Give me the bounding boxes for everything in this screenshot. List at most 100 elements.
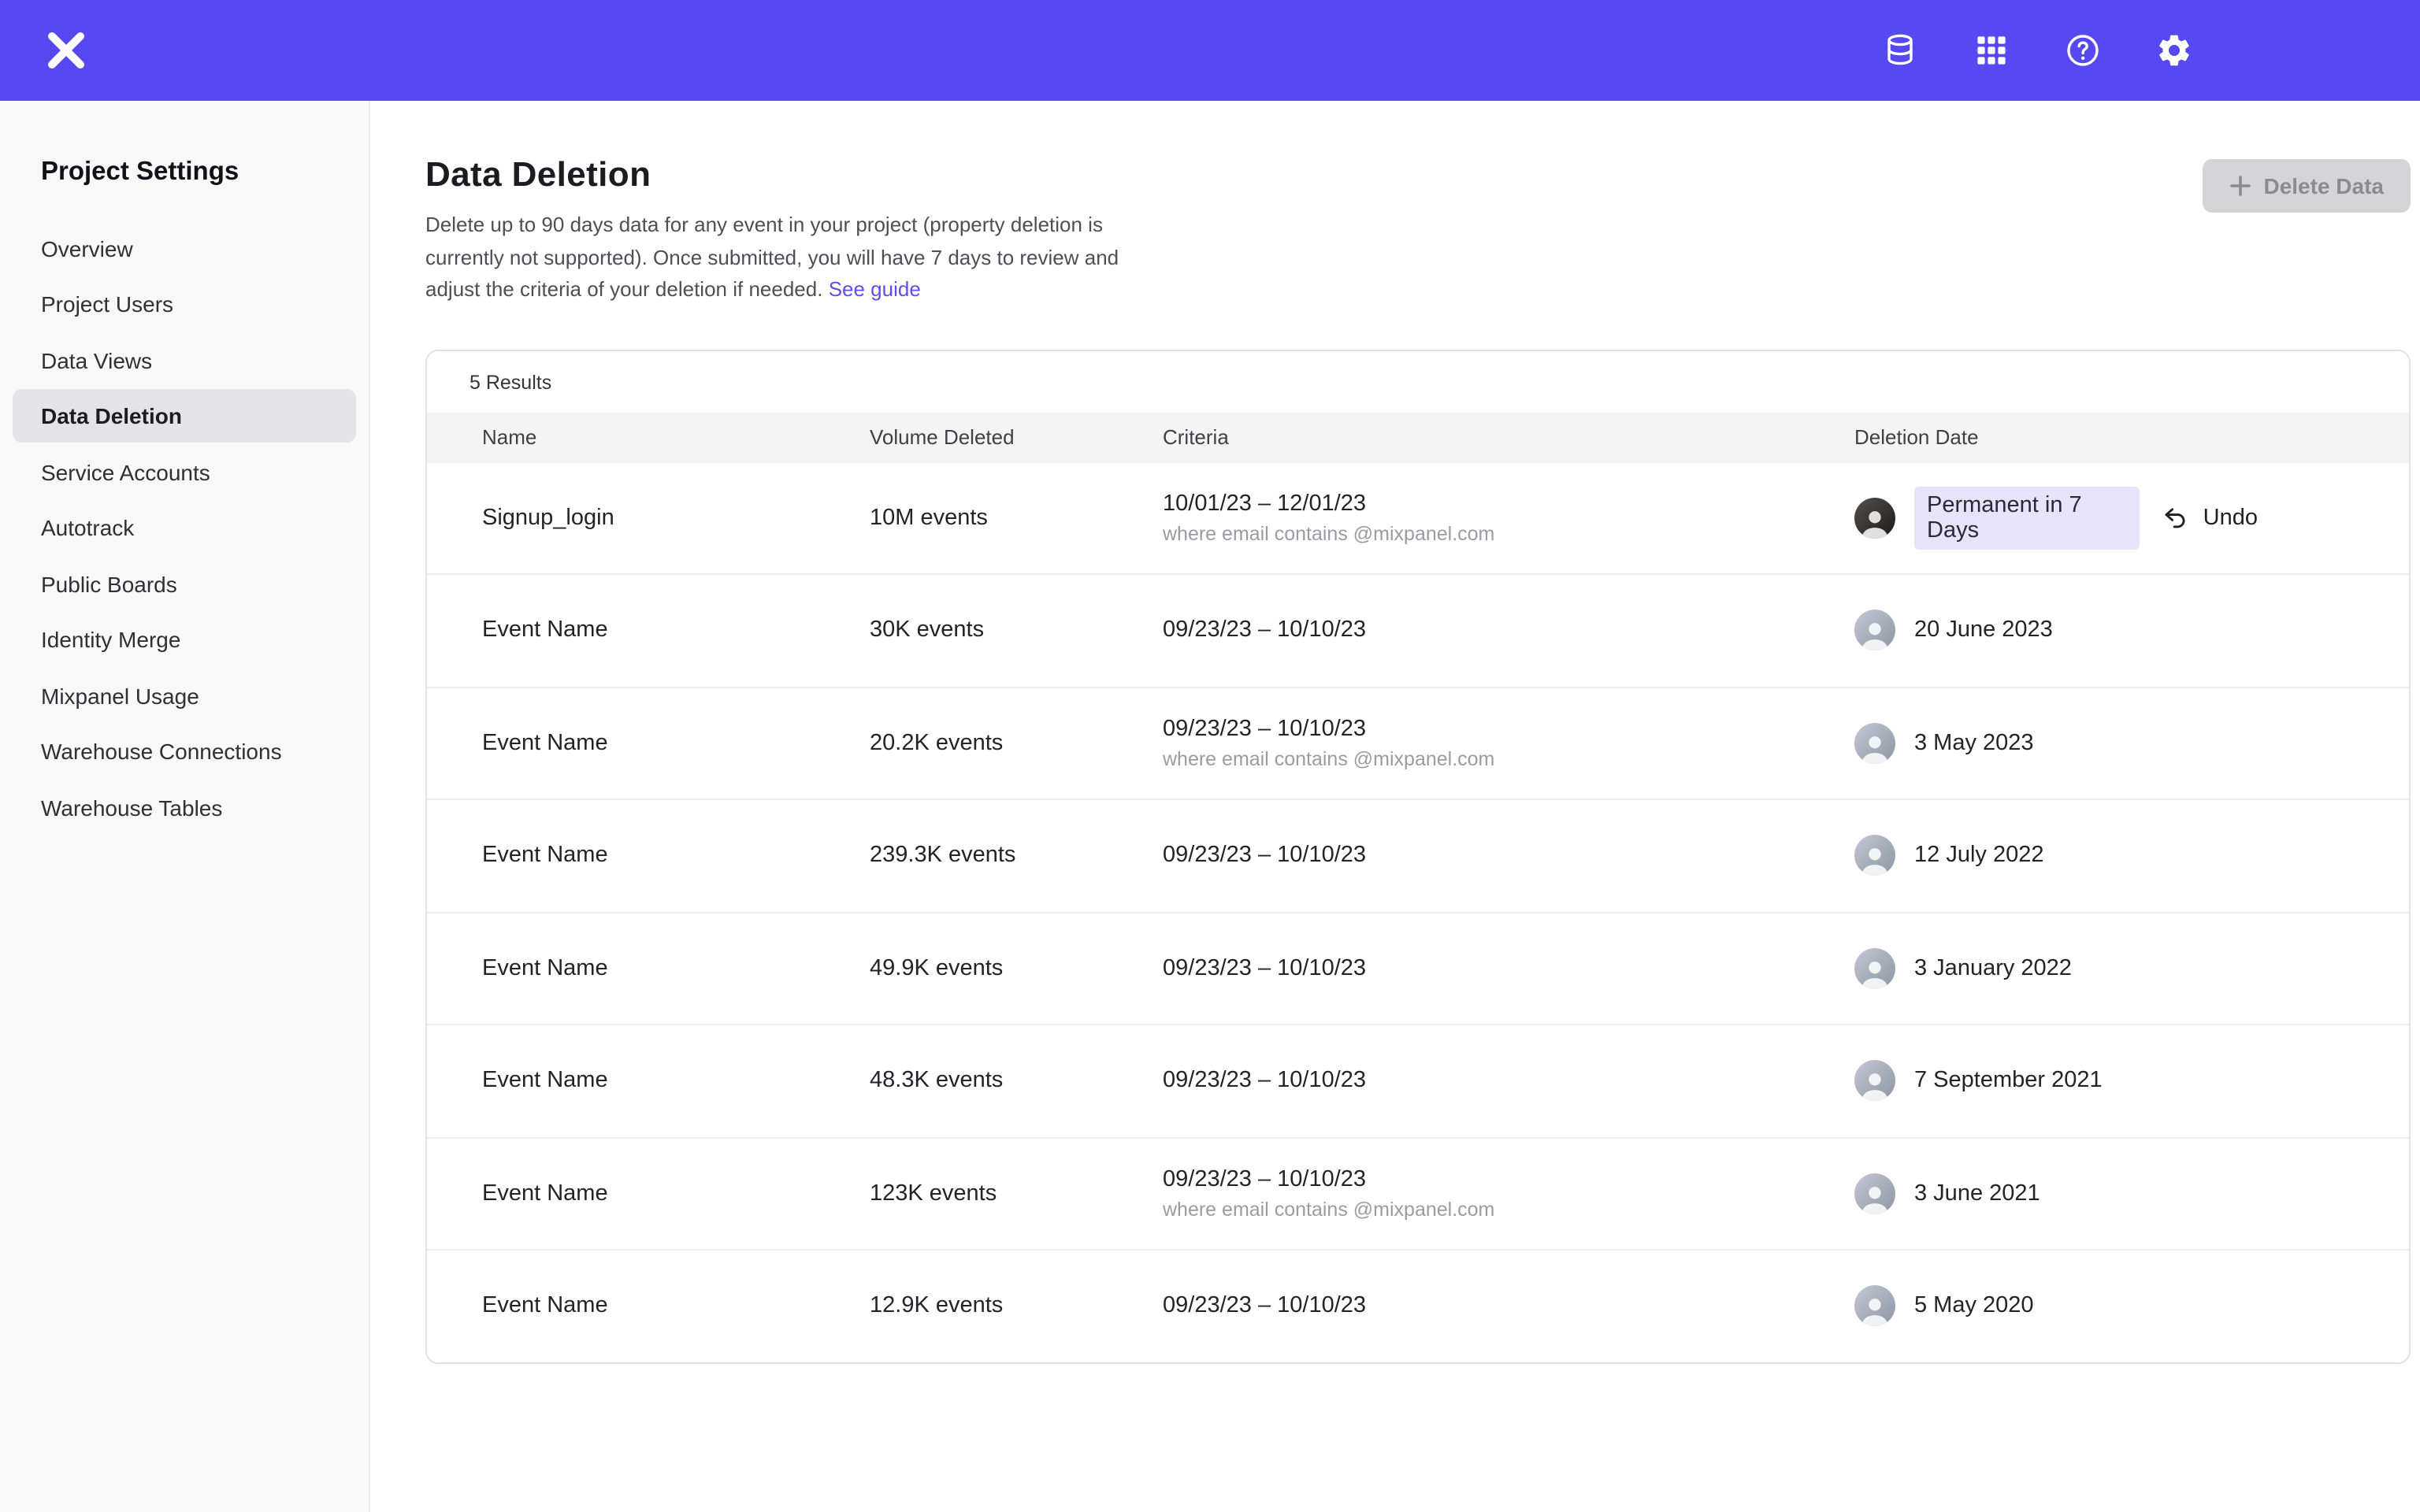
- person-icon: [1858, 845, 1892, 876]
- deletion-date-text: 3 June 2021: [1914, 1181, 2040, 1206]
- settings-sidebar: Project Settings Overview Project Users …: [0, 101, 370, 1512]
- sidebar-item-public-boards[interactable]: Public Boards: [13, 557, 356, 610]
- sidebar-item-mixpanel-usage[interactable]: Mixpanel Usage: [13, 669, 356, 722]
- person-icon: [1858, 1183, 1892, 1214]
- app-window: Project Settings Overview Project Users …: [0, 0, 2420, 1512]
- table-body: Signup_login 10M events 10/01/23 – 12/01…: [427, 462, 2409, 1362]
- undo-label: Undo: [2203, 506, 2258, 531]
- table-row: Event Name 123K events 09/23/23 – 10/10/…: [427, 1138, 2409, 1251]
- person-icon: [1858, 507, 1892, 539]
- row-volume: 48.3K events: [870, 1069, 1163, 1094]
- row-name: Event Name: [427, 1181, 870, 1206]
- deletion-date-text: 3 May 2023: [1914, 731, 2034, 756]
- table-row: Event Name 12.9K events 09/23/23 – 10/10…: [427, 1251, 2409, 1362]
- sidebar-item-data-deletion[interactable]: Data Deletion: [13, 389, 356, 443]
- sidebar-item-data-views[interactable]: Data Views: [13, 333, 356, 387]
- row-criteria-range: 09/23/23 – 10/10/23: [1163, 956, 1854, 981]
- person-icon: [1858, 620, 1892, 651]
- undo-button[interactable]: Undo: [2159, 498, 2261, 538]
- row-criteria: 09/23/23 – 10/10/23 where email contains…: [1163, 717, 1854, 770]
- table-row: Event Name 49.9K events 09/23/23 – 10/10…: [427, 913, 2409, 1025]
- results-count: 5 Results: [427, 350, 2409, 412]
- row-criteria-filter: where email contains @mixpanel.com: [1163, 748, 1854, 770]
- row-criteria-range: 09/23/23 – 10/10/23: [1163, 1294, 1854, 1319]
- mixpanel-logo-icon: [46, 30, 87, 71]
- row-criteria: 10/01/23 – 12/01/23 where email contains…: [1163, 491, 1854, 545]
- row-name: Event Name: [427, 1069, 870, 1094]
- page-header-text: Data Deletion Delete up to 90 days data …: [425, 154, 1138, 306]
- table-row: Event Name 48.3K events 09/23/23 – 10/10…: [427, 1025, 2409, 1138]
- sidebar-item-service-accounts[interactable]: Service Accounts: [13, 445, 356, 498]
- table-row: Event Name 239.3K events 09/23/23 – 10/1…: [427, 800, 2409, 913]
- deletion-date-text: 7 September 2021: [1914, 1069, 2103, 1094]
- top-navigation-bar: [0, 0, 2420, 101]
- row-volume: 10M events: [870, 506, 1163, 531]
- user-avatar: [1854, 723, 1895, 764]
- page-description-text: Delete up to 90 days data for any event …: [425, 213, 1119, 301]
- table-row: Event Name 30K events 09/23/23 – 10/10/2…: [427, 575, 2409, 687]
- sidebar-item-label: Mixpanel Usage: [41, 683, 199, 708]
- user-avatar: [1854, 498, 1895, 539]
- row-name: Event Name: [427, 956, 870, 981]
- sidebar-item-label: Autotrack: [41, 515, 134, 540]
- user-avatar: [1854, 948, 1895, 989]
- sidebar-item-warehouse-tables[interactable]: Warehouse Tables: [13, 780, 356, 834]
- sidebar-item-label: Data Deletion: [41, 403, 182, 428]
- row-criteria-filter: where email contains @mixpanel.com: [1163, 1199, 1854, 1221]
- row-deletion-date: 20 June 2023: [1854, 610, 2409, 651]
- row-criteria: 09/23/23 – 10/10/23: [1163, 956, 1854, 981]
- sidebar-item-project-users[interactable]: Project Users: [13, 277, 356, 331]
- delete-data-button-label: Delete Data: [2263, 173, 2384, 198]
- sidebar-item-label: Project Users: [41, 291, 173, 317]
- settings-icon[interactable]: [2143, 19, 2206, 82]
- sidebar-item-label: Identity Merge: [41, 627, 180, 652]
- column-header-volume-deleted: Volume Deleted: [870, 425, 1163, 449]
- page-description: Delete up to 90 days data for any event …: [425, 209, 1138, 306]
- row-volume: 239.3K events: [870, 843, 1163, 869]
- sidebar-item-label: Warehouse Tables: [41, 795, 222, 820]
- row-criteria: 09/23/23 – 10/10/23 where email contains…: [1163, 1167, 1854, 1221]
- delete-data-button[interactable]: Delete Data: [2202, 159, 2411, 213]
- table-row: Signup_login 10M events 10/01/23 – 12/01…: [427, 462, 2409, 575]
- row-volume: 30K events: [870, 618, 1163, 643]
- deletion-date-text: Permanent in 7 Days: [1914, 487, 2140, 550]
- mixpanel-logo[interactable]: [32, 16, 101, 85]
- column-header-name: Name: [427, 425, 870, 449]
- apps-grid-icon[interactable]: [1960, 19, 2023, 82]
- user-avatar: [1854, 1061, 1895, 1102]
- person-icon: [1858, 958, 1892, 989]
- data-management-icon[interactable]: [1869, 19, 1932, 82]
- column-header-criteria: Criteria: [1163, 425, 1854, 449]
- row-criteria-range: 09/23/23 – 10/10/23: [1163, 1069, 1854, 1094]
- see-guide-link[interactable]: See guide: [829, 277, 921, 301]
- row-deletion-date: 3 June 2021: [1854, 1173, 2409, 1214]
- row-name: Event Name: [427, 731, 870, 756]
- row-criteria-range: 09/23/23 – 10/10/23: [1163, 843, 1854, 869]
- deletion-date-text: 20 June 2023: [1914, 618, 2053, 643]
- table-header-row: NameVolume DeletedCriteriaDeletion Date: [427, 412, 2409, 462]
- sidebar-item-overview[interactable]: Overview: [13, 221, 356, 275]
- row-criteria: 09/23/23 – 10/10/23: [1163, 843, 1854, 869]
- deletion-date-text: 3 January 2022: [1914, 956, 2072, 981]
- page-header: Data Deletion Delete up to 90 days data …: [425, 154, 2411, 306]
- help-icon[interactable]: [2051, 19, 2114, 82]
- row-name: Signup_login: [427, 506, 870, 531]
- page-title: Data Deletion: [425, 154, 1138, 195]
- person-icon: [1858, 1070, 1892, 1102]
- deletion-date-text: 12 July 2022: [1914, 843, 2043, 869]
- row-criteria: 09/23/23 – 10/10/23: [1163, 1069, 1854, 1094]
- row-deletion-date: 3 January 2022: [1854, 948, 2409, 989]
- row-name: Event Name: [427, 618, 870, 643]
- user-avatar: [1854, 1173, 1895, 1214]
- deletion-table-card: 5 Results NameVolume DeletedCriteriaDele…: [425, 349, 2411, 1363]
- row-volume: 20.2K events: [870, 731, 1163, 756]
- deletion-date-text: 5 May 2020: [1914, 1294, 2034, 1319]
- sidebar-item-autotrack[interactable]: Autotrack: [13, 501, 356, 554]
- sidebar-item-warehouse-connections[interactable]: Warehouse Connections: [13, 724, 356, 778]
- row-volume: 12.9K events: [870, 1294, 1163, 1319]
- main-content: Data Deletion Delete up to 90 days data …: [370, 101, 2420, 1512]
- row-criteria-range: 09/23/23 – 10/10/23: [1163, 1167, 1854, 1192]
- row-criteria-filter: where email contains @mixpanel.com: [1163, 523, 1854, 545]
- row-volume: 49.9K events: [870, 956, 1163, 981]
- sidebar-item-identity-merge[interactable]: Identity Merge: [13, 613, 356, 666]
